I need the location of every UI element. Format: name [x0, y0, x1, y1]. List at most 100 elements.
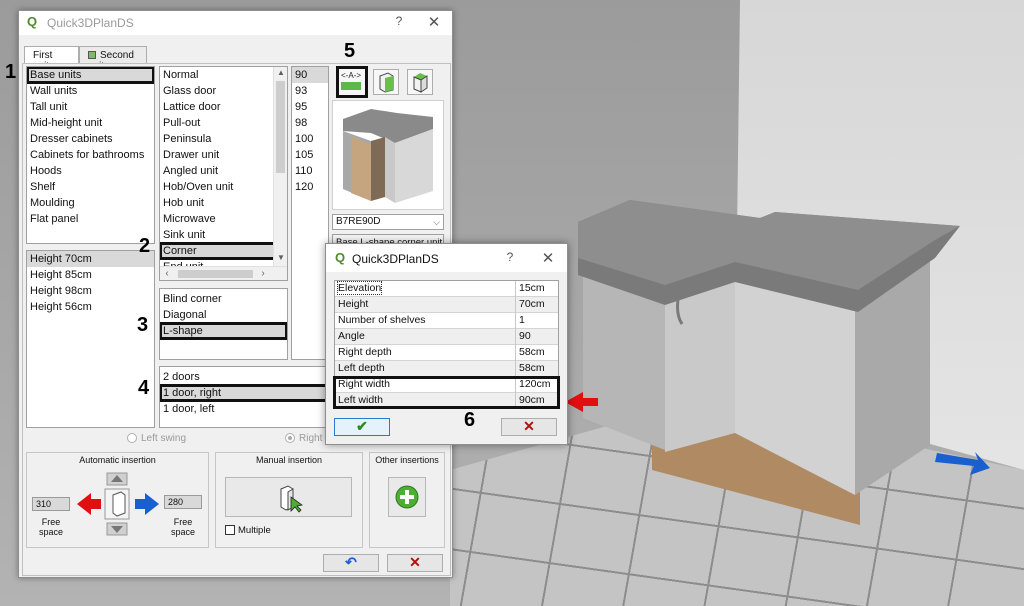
list-item[interactable]: Height 70cm [27, 251, 154, 267]
property-row[interactable]: Left depth 58cm [335, 361, 558, 377]
property-row[interactable]: Right depth 58cm [335, 345, 558, 361]
width-dimension-button[interactable]: <-A-> [336, 66, 368, 98]
list-item[interactable]: Glass door [160, 83, 287, 99]
list-item[interactable]: Blind corner [160, 291, 287, 307]
cabinet-top-view-button[interactable] [407, 69, 433, 95]
properties-dialog-titlebar[interactable]: Q Quick3DPlanDS ? ✕ [326, 244, 567, 272]
list-item[interactable]: 93 [292, 83, 328, 99]
list-item[interactable]: Sink unit [160, 227, 287, 243]
property-value[interactable]: 15cm [519, 282, 545, 294]
list-item[interactable]: Peninsula [160, 131, 287, 147]
cancel-button[interactable]: ✕ [501, 418, 557, 436]
property-value[interactable]: 58cm [519, 362, 545, 374]
scroll-thumb[interactable] [178, 270, 253, 278]
model-code-select[interactable]: B7RE90D ⌵ [332, 214, 444, 230]
list-item[interactable]: Hoods [27, 163, 154, 179]
list-item[interactable]: Base units [27, 67, 154, 84]
delete-button[interactable]: ✕ [387, 554, 443, 572]
list-item[interactable]: Angled unit [160, 163, 287, 179]
property-key: Height [338, 298, 369, 310]
help-button[interactable]: ? [391, 14, 407, 30]
manual-insert-button[interactable] [225, 477, 352, 517]
left-swing-radio[interactable]: Left swing [127, 433, 186, 444]
list-item[interactable]: Microwave [160, 211, 287, 227]
tab-first-unit[interactable]: First unit [24, 46, 79, 72]
main-dialog-titlebar[interactable]: Q Quick3DPlanDS ? ✕ [19, 11, 452, 35]
ok-button[interactable]: ✔ [334, 418, 390, 436]
property-value[interactable]: 70cm [519, 298, 545, 310]
list-item[interactable]: Flat panel [27, 211, 154, 227]
left-free-space-input[interactable]: 310 [32, 497, 70, 511]
close-button[interactable]: ✕ [425, 13, 443, 31]
list-item[interactable]: Lattice door [160, 99, 287, 115]
tab-second-unit[interactable]: Second unit [79, 46, 147, 72]
property-value[interactable]: 1 [519, 314, 525, 326]
multiple-checkbox[interactable]: Multiple [225, 525, 271, 536]
list-item[interactable]: Drawer unit [160, 147, 287, 163]
list-item[interactable]: Mid-height unit [27, 115, 154, 131]
width-dimension-icon: <-A-> [341, 71, 361, 90]
property-row[interactable]: Elevation 15cm [335, 281, 558, 297]
svg-text:<-A->: <-A-> [341, 71, 361, 80]
list-item[interactable]: L-shape [160, 322, 287, 340]
scroll-up-icon[interactable]: ▲ [274, 68, 287, 80]
add-icon [395, 485, 419, 509]
type-list-hscroll[interactable]: ‹ › [160, 266, 287, 280]
scroll-down-icon[interactable]: ▼ [274, 253, 287, 265]
right-free-space-label: Free space [170, 517, 196, 537]
list-item[interactable]: Hob unit [160, 195, 287, 211]
scroll-thumb[interactable] [276, 81, 285, 173]
type-list-vscroll[interactable]: ▲ ▼ [273, 67, 287, 266]
type-list[interactable]: Normal Glass door Lattice door Pull-out … [159, 66, 288, 281]
radio-dot [285, 433, 295, 443]
list-item[interactable]: Height 98cm [27, 283, 154, 299]
list-item[interactable]: Pull-out [160, 115, 287, 131]
list-item[interactable]: 90 [292, 67, 328, 83]
list-item[interactable]: Dresser cabinets [27, 131, 154, 147]
list-item[interactable]: Tall unit [27, 99, 154, 115]
properties-grid[interactable]: Elevation 15cm Height 70cm Number of shelv… [333, 280, 560, 409]
close-button[interactable]: ✕ [539, 249, 557, 267]
arrow-right-icon [135, 493, 159, 515]
list-item[interactable]: Hob/Oven unit [160, 179, 287, 195]
property-value[interactable]: 58cm [519, 346, 545, 358]
right-free-space-input[interactable]: 280 [164, 495, 202, 509]
width-list[interactable]: 90 93 95 98 100 105 110 120 [291, 66, 329, 360]
other-insert-button[interactable] [388, 477, 426, 517]
category-list[interactable]: Base units Wall units Tall unit Mid-heig… [26, 66, 155, 244]
automatic-insertion-group: Automatic insertion 310 Free space 280 Fr… [26, 452, 209, 548]
list-item[interactable]: 95 [292, 99, 328, 115]
property-row[interactable]: Angle 90 [335, 329, 558, 345]
callout-5: 5 [344, 40, 356, 62]
list-item[interactable]: 120 [292, 179, 328, 195]
list-item[interactable]: 105 [292, 147, 328, 163]
help-button[interactable]: ? [502, 250, 518, 266]
corner-type-list[interactable]: Blind corner Diagonal L-shape [159, 288, 288, 360]
list-item[interactable]: 100 [292, 131, 328, 147]
model-code-value: B7RE90D [336, 216, 381, 227]
list-item[interactable]: Diagonal [160, 307, 287, 323]
list-item[interactable]: Shelf [27, 179, 154, 195]
insertion-direction-control[interactable] [73, 471, 163, 541]
list-item[interactable]: Normal [160, 67, 287, 83]
property-row[interactable]: Height 70cm [335, 297, 558, 313]
scroll-left-icon[interactable]: ‹ [160, 267, 174, 280]
list-item[interactable]: 1 door, right [160, 384, 329, 402]
height-list[interactable]: Height 70cm Height 85cm Height 98cm Heig… [26, 250, 155, 428]
list-item[interactable]: Moulding [27, 195, 154, 211]
property-row[interactable]: Number of shelves 1 [335, 313, 558, 329]
callout-6: 6 [464, 409, 476, 431]
list-item[interactable]: Corner [160, 242, 276, 260]
undo-button[interactable]: ↶ [323, 554, 379, 572]
blue-direction-arrow[interactable] [935, 452, 990, 475]
list-item[interactable]: Cabinets for bathrooms [27, 147, 154, 163]
cabinet-right-view-button[interactable] [373, 69, 399, 95]
list-item[interactable]: Height 56cm [27, 299, 154, 315]
list-item[interactable]: 110 [292, 163, 328, 179]
property-value[interactable]: 90 [519, 330, 531, 342]
checkbox-box [225, 525, 235, 535]
list-item[interactable]: Wall units [27, 83, 154, 99]
list-item[interactable]: 98 [292, 115, 328, 131]
scroll-right-icon[interactable]: › [256, 267, 270, 280]
list-item[interactable]: Height 85cm [27, 267, 154, 283]
